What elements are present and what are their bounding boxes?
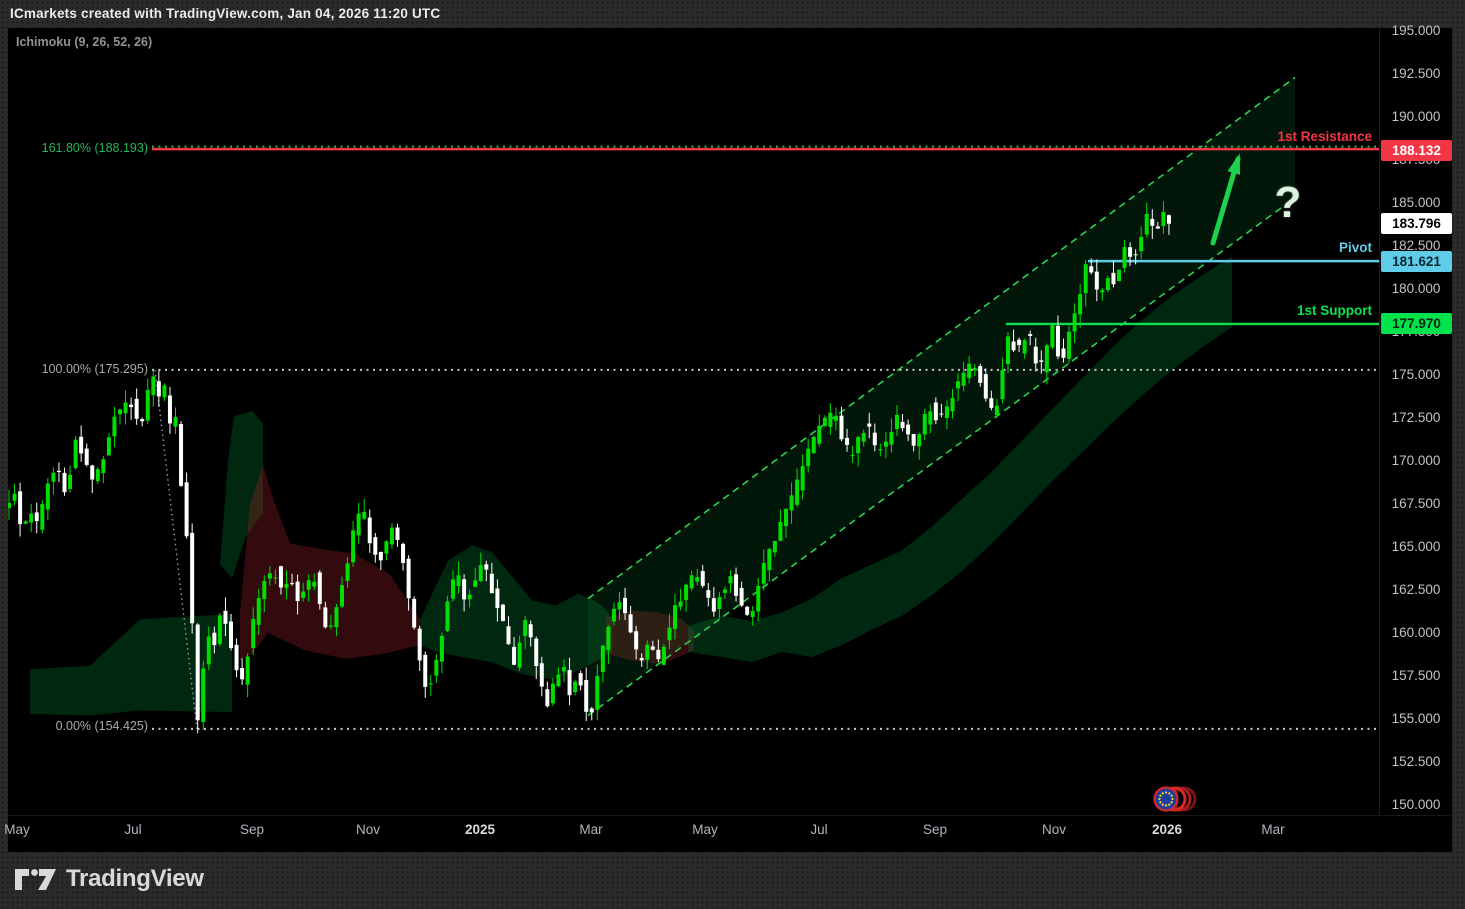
x-axis-label: 2026 bbox=[1152, 822, 1182, 837]
y-axis-label: 157.500 bbox=[1382, 668, 1450, 683]
calendar-event-icon bbox=[1155, 788, 1196, 811]
pivot-price-badge: 181.621 bbox=[1381, 251, 1452, 272]
y-axis-label: 162.500 bbox=[1382, 582, 1450, 597]
support-label: 1st Support bbox=[1152, 303, 1372, 318]
fib-161-label: 161.80% (188.193) bbox=[0, 141, 148, 155]
y-axis-label: 175.000 bbox=[1382, 367, 1450, 382]
y-axis-label: 172.500 bbox=[1382, 410, 1450, 425]
x-axis-label: 2025 bbox=[465, 822, 495, 837]
y-axis-label: 185.000 bbox=[1382, 195, 1450, 210]
support-price-badge: 177.970 bbox=[1381, 313, 1452, 334]
fib-100-label: 100.00% (175.295) bbox=[0, 362, 148, 376]
resistance-price-badge: 188.132 bbox=[1381, 140, 1452, 161]
watermark-text: ICmarkets created with TradingView.com, … bbox=[10, 6, 440, 21]
tradingview-logo[interactable]: TradingView bbox=[14, 864, 204, 894]
x-axis-label: Mar bbox=[579, 822, 602, 837]
y-axis-label: 170.000 bbox=[1382, 453, 1450, 468]
x-axis-label: May bbox=[4, 822, 30, 837]
y-axis-label: 192.500 bbox=[1382, 66, 1450, 81]
fib-0-label: 0.00% (154.425) bbox=[0, 719, 148, 733]
x-axis-label: Sep bbox=[240, 822, 264, 837]
x-axis-label: Jul bbox=[124, 822, 141, 837]
top-watermark-bar: ICmarkets created with TradingView.com, … bbox=[0, 0, 1465, 28]
x-axis-label: Mar bbox=[1261, 822, 1284, 837]
indicator-label[interactable]: Ichimoku (9, 26, 52, 26) bbox=[16, 35, 152, 49]
trend-channel bbox=[588, 77, 1295, 715]
y-axis-label: 160.000 bbox=[1382, 625, 1450, 640]
question-mark-annotation: ? bbox=[1266, 178, 1310, 228]
y-axis-label: 155.000 bbox=[1382, 711, 1450, 726]
tradingview-logo-icon bbox=[14, 864, 58, 894]
y-axis-label: 180.000 bbox=[1382, 281, 1450, 296]
x-axis-label: May bbox=[692, 822, 718, 837]
tradingview-logo-text: TradingView bbox=[66, 865, 204, 893]
y-axis-label: 152.500 bbox=[1382, 754, 1450, 769]
resistance-label: 1st Resistance bbox=[1152, 129, 1372, 144]
y-axis-label: 195.000 bbox=[1382, 23, 1450, 38]
last-price-badge: 183.796 bbox=[1381, 213, 1452, 234]
y-axis-label: 190.000 bbox=[1382, 109, 1450, 124]
x-axis-label: Nov bbox=[1042, 822, 1066, 837]
price-axis-border bbox=[1379, 28, 1380, 815]
time-axis-border bbox=[8, 815, 1452, 816]
y-axis-label: 150.000 bbox=[1382, 797, 1450, 812]
y-axis-label: 167.500 bbox=[1382, 496, 1450, 511]
x-axis-label: Sep bbox=[923, 822, 947, 837]
y-axis-label: 165.000 bbox=[1382, 539, 1450, 554]
x-axis-label: Nov bbox=[356, 822, 380, 837]
pivot-label: Pivot bbox=[1152, 240, 1372, 255]
x-axis-label: Jul bbox=[810, 822, 827, 837]
footer-bar bbox=[0, 852, 1465, 909]
